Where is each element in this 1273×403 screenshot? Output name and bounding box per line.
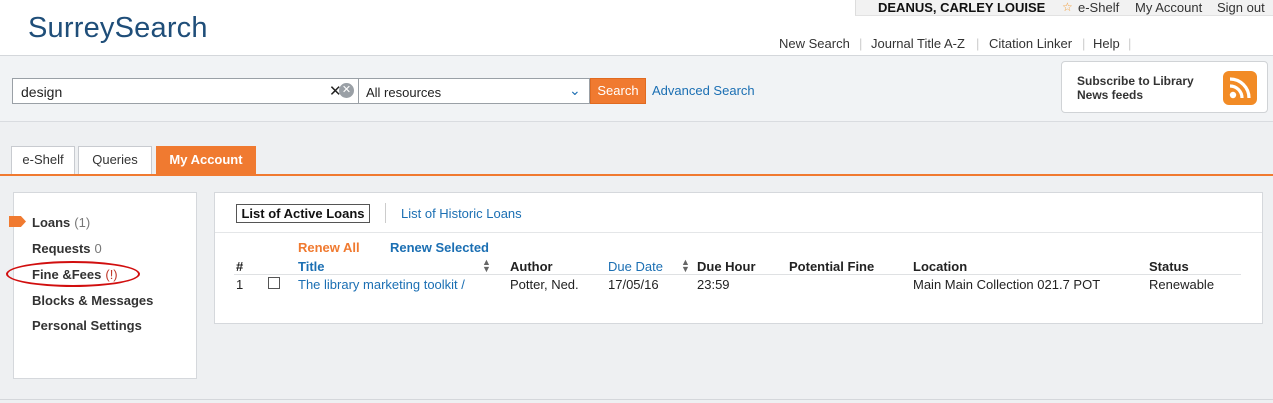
row-num: 1 xyxy=(236,277,244,292)
user-bar: DEANUS, CARLEY LOUISE ☆ e-Shelf My Accou… xyxy=(855,0,1273,16)
row-location: Main Main Collection 021.7 POT xyxy=(913,277,1101,292)
search-button[interactable]: Search xyxy=(590,78,646,104)
col-header-title[interactable]: Title xyxy=(298,259,325,274)
col-header-due-date[interactable]: Due Date xyxy=(608,259,663,274)
col-header-status: Status xyxy=(1149,259,1189,274)
my-account-link[interactable]: My Account xyxy=(1135,0,1202,15)
loans-count: (1) xyxy=(74,215,91,230)
sidebar-item-settings[interactable]: Personal Settings xyxy=(32,318,142,333)
nav-separator: | xyxy=(859,36,863,51)
sidebar-item-requests[interactable]: Requests 0 xyxy=(32,241,102,256)
sidebar-item-loans[interactable]: Loans (1) xyxy=(32,215,90,230)
tab-historic-loans[interactable]: List of Historic Loans xyxy=(401,206,522,221)
col-header-location: Location xyxy=(913,259,968,274)
rss-icon[interactable] xyxy=(1223,71,1257,105)
sort-icon[interactable]: ▲ ▼ xyxy=(681,258,690,274)
row-author: Potter, Ned. xyxy=(510,277,579,292)
col-header-due-hour: Due Hour xyxy=(697,259,756,274)
nav-separator: | xyxy=(1082,36,1086,51)
nav-citation-linker[interactable]: Citation Linker xyxy=(989,36,1072,51)
sign-out-link[interactable]: Sign out xyxy=(1217,0,1265,15)
star-icon: ☆ xyxy=(1062,0,1073,14)
nav-separator: | xyxy=(976,36,980,51)
top-nav: New Search | Journal Title A-Z | Citatio… xyxy=(0,36,1273,52)
nav-new-search[interactable]: New Search xyxy=(779,36,850,51)
search-query[interactable]: design xyxy=(21,84,62,100)
loans-panel xyxy=(214,192,1263,324)
highlight-annotation xyxy=(6,261,140,287)
sidebar-item-blocks[interactable]: Blocks & Messages xyxy=(32,293,153,308)
search-input[interactable]: design ✕ xyxy=(12,78,359,104)
clear-circle-icon[interactable]: ✕ xyxy=(339,83,354,98)
rss-subscribe-box[interactable]: Subscribe to Library News feeds xyxy=(1061,61,1268,113)
tab-queries[interactable]: Queries xyxy=(78,146,152,175)
requests-count: 0 xyxy=(94,241,102,256)
row-due-hour: 23:59 xyxy=(697,277,730,292)
col-header-author: Author xyxy=(510,259,553,274)
account-sidebar: Loans (1) Requests 0 Fine &Fees (!) Blocks … xyxy=(9,192,197,379)
user-name: DEANUS, CARLEY LOUISE xyxy=(878,0,1046,15)
nav-journal-title[interactable]: Journal Title A-Z xyxy=(871,36,965,51)
renew-all-button[interactable]: Renew All xyxy=(298,240,360,255)
sidebar-item-label: Loans xyxy=(32,215,71,230)
tab-underline xyxy=(0,174,1273,176)
panel-divider xyxy=(215,232,1262,233)
chevron-down-icon[interactable]: ⌄ xyxy=(569,82,581,99)
table-header-divider xyxy=(234,274,1241,275)
tab-active-loans[interactable]: List of Active Loans xyxy=(236,204,370,223)
scope-value: All resources xyxy=(366,85,442,100)
col-header-num: # xyxy=(236,259,244,274)
search-bar: design ✕ ✕ All resources ⌄ Search Advanc… xyxy=(0,56,1273,122)
nav-separator: | xyxy=(1128,36,1132,51)
row-checkbox[interactable] xyxy=(268,277,280,289)
rss-text[interactable]: Subscribe to Library News feeds xyxy=(1077,74,1227,102)
subtab-divider xyxy=(385,203,386,223)
tab-eshelf[interactable]: e-Shelf xyxy=(11,146,75,175)
col-header-potential-fine: Potential Fine xyxy=(789,259,875,274)
tab-my-account[interactable]: My Account xyxy=(156,146,256,175)
row-status: Renewable xyxy=(1149,277,1215,292)
row-due-date: 17/05/16 xyxy=(608,277,659,292)
eshelf-link[interactable]: e-Shelf xyxy=(1078,0,1119,15)
nav-help[interactable]: Help xyxy=(1093,36,1120,51)
row-title-link[interactable]: The library marketing toolkit / xyxy=(298,277,465,292)
footer-divider xyxy=(0,399,1273,400)
active-arrow-icon xyxy=(9,216,26,227)
renew-selected-button[interactable]: Renew Selected xyxy=(390,240,489,255)
sidebar-item-label: Requests xyxy=(32,241,91,256)
header: SurreySearch DEANUS, CARLEY LOUISE ☆ e-S… xyxy=(0,0,1273,56)
account-tabs: e-Shelf Queries My Account xyxy=(0,146,1273,175)
advanced-search-link[interactable]: Advanced Search xyxy=(652,83,755,98)
sort-icon[interactable]: ▲ ▼ xyxy=(482,258,491,274)
scope-select[interactable]: All resources ⌄ xyxy=(359,78,590,104)
